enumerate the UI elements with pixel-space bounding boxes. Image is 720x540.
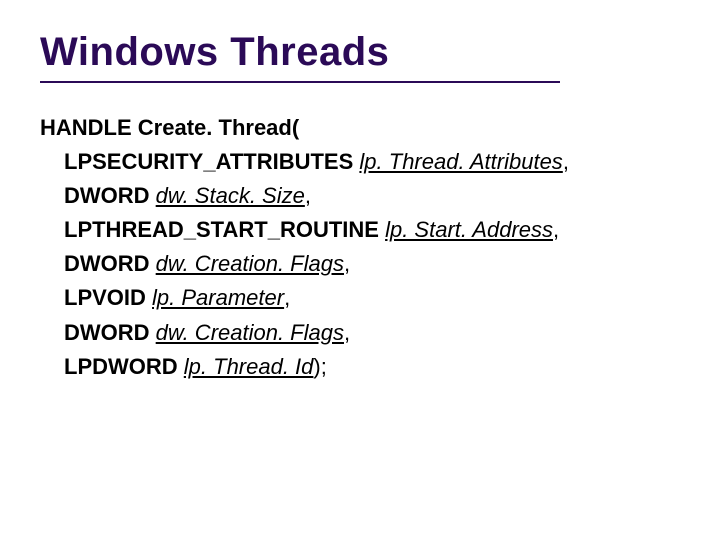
param-type: LPVOID	[64, 285, 146, 310]
title-underline	[40, 81, 560, 83]
param-trail: ,	[344, 251, 350, 276]
param-trail: ,	[344, 320, 350, 345]
param-name: lp. Start. Address	[385, 217, 553, 242]
param-trail: ,	[563, 149, 569, 174]
param-type: DWORD	[64, 183, 150, 208]
code-line-param: DWORD dw. Stack. Size,	[40, 179, 680, 213]
code-line-param: DWORD dw. Creation. Flags,	[40, 316, 680, 350]
param-name: dw. Creation. Flags	[156, 251, 344, 276]
param-name: dw. Creation. Flags	[156, 320, 344, 345]
code-line-param: LPSECURITY_ATTRIBUTES lp. Thread. Attrib…	[40, 145, 680, 179]
param-name: lp. Thread. Id	[184, 354, 314, 379]
code-line-param: LPTHREAD_START_ROUTINE lp. Start. Addres…	[40, 213, 680, 247]
code-line-declaration: HANDLE Create. Thread(	[40, 111, 680, 145]
param-type: LPDWORD	[64, 354, 178, 379]
param-name: dw. Stack. Size	[156, 183, 305, 208]
param-name: lp. Thread. Attributes	[359, 149, 562, 174]
param-trail: );	[313, 354, 326, 379]
code-line-param: LPVOID lp. Parameter,	[40, 281, 680, 315]
return-type: HANDLE	[40, 115, 132, 140]
param-trail: ,	[284, 285, 290, 310]
code-block: HANDLE Create. Thread( LPSECURITY_ATTRIB…	[40, 111, 680, 384]
param-trail: ,	[305, 183, 311, 208]
param-type: DWORD	[64, 251, 150, 276]
param-type: LPSECURITY_ATTRIBUTES	[64, 149, 353, 174]
slide: Windows Threads HANDLE Create. Thread( L…	[0, 0, 720, 540]
slide-title: Windows Threads	[40, 30, 680, 75]
param-trail: ,	[553, 217, 559, 242]
param-name: lp. Parameter	[152, 285, 284, 310]
param-type: LPTHREAD_START_ROUTINE	[64, 217, 379, 242]
function-name: Create. Thread(	[138, 115, 299, 140]
code-line-param: LPDWORD lp. Thread. Id);	[40, 350, 680, 384]
param-type: DWORD	[64, 320, 150, 345]
code-line-param: DWORD dw. Creation. Flags,	[40, 247, 680, 281]
